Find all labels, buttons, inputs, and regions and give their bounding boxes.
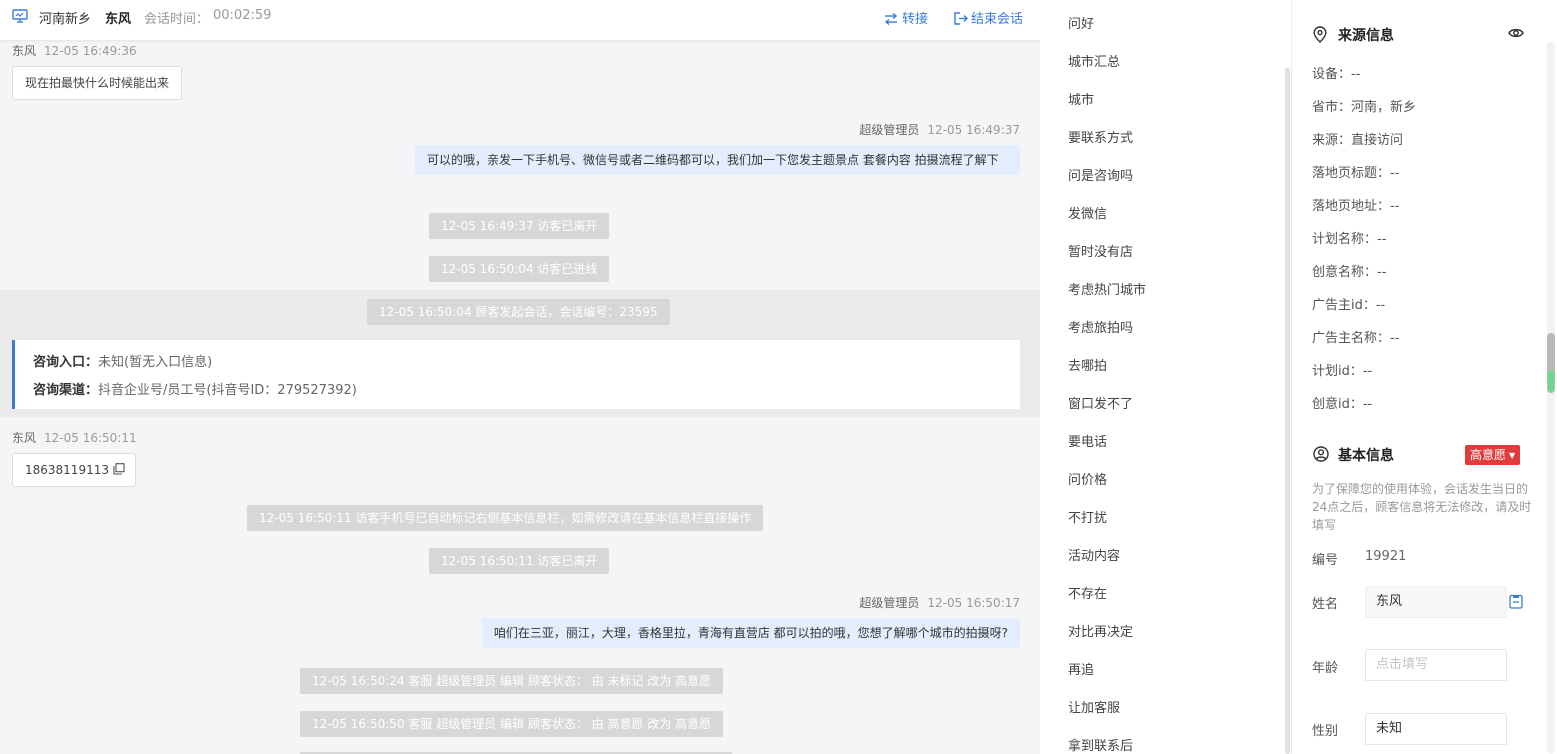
intent-status-label: 高意愿 [1470, 448, 1507, 462]
quick-reply-item[interactable]: 窗口发不了 [1068, 395, 1133, 415]
eye-icon[interactable] [1507, 25, 1525, 41]
visitor-location: 河南新乡 [39, 12, 92, 27]
message-meta: 东风 12-05 16:50:11 [12, 429, 137, 446]
id-label: 编号 [1312, 553, 1339, 568]
channel-label: 咨询渠道： [33, 383, 99, 398]
system-message: 12-05 16:50:50 客服 超级管理员 编辑 顾客状态： 由 高意愿 改… [300, 711, 724, 737]
channel-value: 抖音企业号/员工号(抖音号ID：279527392) [98, 383, 357, 398]
message-time: 12-05 16:50:11 [44, 431, 137, 445]
sender-name: 超级管理员 [859, 596, 920, 610]
source-info-row: 创意名称：-- [1312, 265, 1387, 280]
sender-name: 东风 [12, 44, 37, 58]
visitor-message[interactable]: 18638119113 [12, 453, 136, 487]
location-pin-icon [1313, 26, 1327, 43]
source-info-row: 来源：直接访问 [1312, 133, 1404, 148]
system-message: 12-05 16:50:04 访客已进线 [429, 256, 610, 282]
quick-reply-item[interactable]: 问是咨询吗 [1068, 167, 1133, 187]
entry-value: 未知(暂无入口信息) [98, 355, 213, 370]
transfer-label: 转接 [902, 12, 929, 27]
gender-label: 性别 [1312, 724, 1339, 739]
quick-reply-item[interactable]: 去哪拍 [1068, 357, 1107, 377]
agent-message[interactable]: 咱们在三亚，丽江，大理，香格里拉，青海有直营店 都可以拍的哦，您想了解哪个城市的… [481, 618, 1020, 648]
caret-down-icon: ▼ [1509, 451, 1516, 460]
source-info-row: 省市：河南，新乡 [1312, 100, 1417, 115]
quick-reply-item[interactable]: 问价格 [1068, 471, 1107, 491]
quick-reply-item[interactable]: 城市 [1068, 91, 1094, 111]
user-circle-icon [1313, 446, 1329, 462]
gender-select[interactable]: 未知 [1365, 713, 1507, 745]
chat-header: 河南新乡 东风 会话时间： 00:02:59 转接 结束会话 [0, 0, 1040, 40]
system-message: 12-05 16:50:11 访客已离开 [429, 548, 610, 574]
message-time: 12-05 16:49:36 [44, 44, 137, 58]
quick-reply-item[interactable]: 再追 [1068, 661, 1094, 681]
quick-reply-item[interactable]: 不存在 [1068, 585, 1107, 605]
quick-reply-item[interactable]: 城市汇总 [1068, 53, 1120, 73]
intent-status-badge[interactable]: 高意愿 ▼ [1465, 445, 1521, 465]
transfer-icon [884, 12, 898, 26]
quick-reply-scrollbar[interactable] [1285, 68, 1290, 754]
info-scrollbar[interactable] [1547, 42, 1555, 754]
agent-message[interactable]: 可以的哦，亲发一下手机号、微信号或者二维码都可以，我们加一下您发主题景点 套餐内… [415, 145, 1020, 175]
visitor-name: 东风 [105, 12, 132, 27]
system-message: 12-05 16:50:04 顾客发起会话，会话编号：23595 [367, 299, 670, 325]
source-info-row: 计划名称：-- [1312, 232, 1387, 247]
sender-name: 超级管理员 [859, 123, 920, 137]
quick-reply-item[interactable]: 拿到联系后 [1068, 737, 1133, 754]
quick-reply-item[interactable]: 要联系方式 [1068, 129, 1133, 149]
copy-icon[interactable] [113, 463, 125, 475]
system-message: 12-05 16:50:11 访客手机号已自动标记右侧基本信息栏，如需修改请在基… [247, 505, 764, 531]
quick-reply-item[interactable]: 不打扰 [1068, 509, 1107, 529]
message-time: 12-05 16:49:37 [927, 123, 1020, 137]
message-meta: 东风 12-05 16:49:36 [12, 42, 137, 59]
copy-icon[interactable] [1509, 594, 1523, 609]
id-value: 19921 [1365, 549, 1407, 564]
transfer-button[interactable]: 转接 [883, 8, 928, 27]
sender-name: 东风 [12, 431, 37, 445]
source-info-row: 广告主名称：-- [1312, 331, 1400, 346]
source-info-row: 落地页地址：-- [1312, 199, 1400, 214]
message-time: 12-05 16:50:17 [927, 596, 1020, 610]
chat-panel: 河南新乡 东风 会话时间： 00:02:59 转接 结束会话 东风 12-05 1… [0, 0, 1040, 754]
end-session-label: 结束会话 [971, 12, 1024, 27]
source-info-title: 来源信息 [1338, 28, 1394, 44]
quick-reply-item[interactable]: 暂时没有店 [1068, 243, 1133, 263]
visitor-message[interactable]: 现在拍最快什么时候能出来 [12, 66, 183, 100]
source-info-row: 落地页标题：-- [1312, 166, 1400, 181]
source-info-row: 计划id：-- [1312, 364, 1373, 379]
visitor-info-panel: 来源信息 设备：-- 省市：河南，新乡 来源：直接访问 落地页标题：-- 落地页地址：-… [1293, 0, 1557, 754]
age-label: 年龄 [1312, 661, 1339, 676]
age-field-wrapper [1365, 649, 1507, 681]
quick-reply-item[interactable]: 考虑旅拍吗 [1068, 319, 1133, 339]
age-input[interactable] [1376, 650, 1496, 679]
session-time: 00:02:59 [213, 8, 272, 23]
end-session-button[interactable]: 结束会话 [954, 8, 1023, 27]
quick-reply-item[interactable]: 发微信 [1068, 205, 1107, 225]
system-message: 12-05 16:50:24 客服 超级管理员 编辑 顾客状态： 由 未标记 改… [300, 668, 724, 694]
consult-entry-card: 咨询入口：未知(暂无入口信息) 咨询渠道：抖音企业号/员工号(抖音号ID：279… [12, 340, 1020, 409]
basic-info-title: 基本信息 [1338, 448, 1394, 464]
monitor-icon [12, 9, 28, 23]
quick-reply-item[interactable]: 要电话 [1068, 433, 1107, 453]
session-time-label: 会话时间： [144, 12, 210, 27]
source-info-row: 设备：-- [1312, 67, 1361, 82]
name-field[interactable]: 东风 [1365, 586, 1507, 618]
quick-reply-item[interactable]: 活动内容 [1068, 547, 1120, 567]
source-info-row: 创意id：-- [1312, 397, 1373, 412]
name-label: 姓名 [1312, 597, 1339, 612]
edit-notice: 为了保障您的使用体验，会话发生当日的24点之后，顾客信息将无法修改，请及时填写 [1312, 482, 1532, 532]
phone-number: 18638119113 [25, 463, 109, 477]
source-info-row: 广告主id：-- [1312, 298, 1386, 313]
system-message: 12-05 16:49:37 访客已离开 [429, 213, 610, 239]
info-scrollbar-indicator [1548, 370, 1554, 392]
quick-reply-panel: 问好城市汇总城市要联系方式问是咨询吗发微信暂时没有店考虑热门城市 考虑旅拍吗去哪拍… [1052, 0, 1292, 754]
quick-reply-item[interactable]: 对比再决定 [1068, 623, 1133, 643]
quick-reply-item[interactable]: 考虑热门城市 [1068, 281, 1146, 301]
entry-label: 咨询入口： [33, 355, 99, 370]
message-meta: 超级管理员 12-05 16:49:37 [859, 121, 1020, 138]
quick-reply-item[interactable]: 问好 [1068, 15, 1094, 35]
quick-reply-item[interactable]: 让加客服 [1068, 699, 1120, 719]
message-meta: 超级管理员 12-05 16:50:17 [859, 594, 1020, 611]
logout-icon [954, 12, 968, 25]
